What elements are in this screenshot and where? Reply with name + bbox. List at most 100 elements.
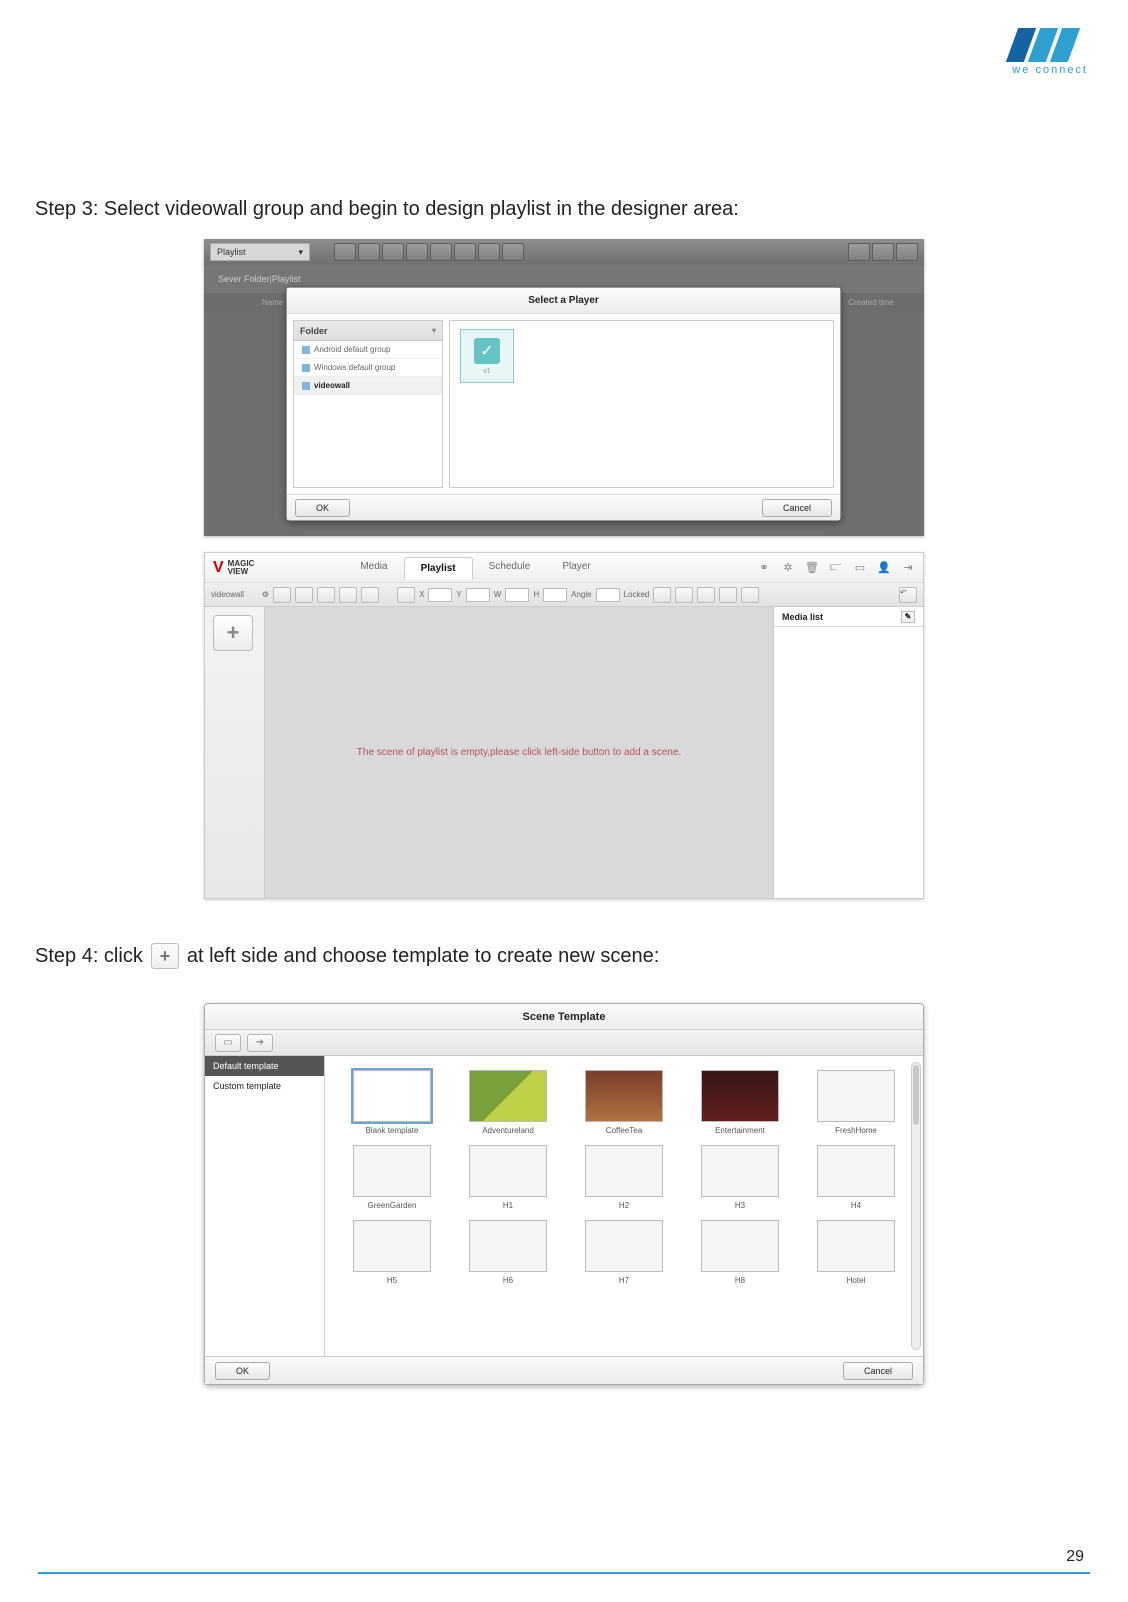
- template-item[interactable]: FreshHome: [799, 1066, 913, 1139]
- folder-item-selected[interactable]: videowall: [294, 377, 442, 395]
- template-item[interactable]: CoffeeTea: [567, 1066, 681, 1139]
- chart-icon[interactable]: ⫍: [829, 561, 843, 574]
- cancel-button[interactable]: Cancel: [843, 1362, 913, 1380]
- step4-post: at left side and choose template to crea…: [187, 945, 660, 968]
- scene-rail: +: [205, 607, 265, 898]
- template-item[interactable]: Hotel: [799, 1216, 913, 1289]
- trash-icon[interactable]: 🗑: [805, 561, 819, 574]
- template-item[interactable]: Entertainment: [683, 1066, 797, 1139]
- toolbar-btn[interactable]: [454, 243, 476, 261]
- group-label: videowall: [211, 590, 244, 599]
- toolbar-btn[interactable]: [478, 243, 500, 261]
- toolbar-btn[interactable]: [334, 243, 356, 261]
- cat-default[interactable]: Default template: [205, 1056, 324, 1076]
- cancel-button[interactable]: Cancel: [762, 499, 832, 517]
- tool-btn[interactable]: [697, 587, 715, 603]
- group-icon: [302, 364, 310, 372]
- ok-button[interactable]: OK: [295, 499, 350, 517]
- tool-btn[interactable]: [397, 587, 415, 603]
- folder-item[interactable]: Windows default group: [294, 359, 442, 377]
- tool-btn[interactable]: [675, 587, 693, 603]
- tool-btn[interactable]: [361, 587, 379, 603]
- tab-playlist[interactable]: Playlist: [404, 557, 473, 580]
- screenshot-scene-template: Scene Template ▭ ➔ Default template Cust…: [204, 1003, 924, 1385]
- canvas-empty: The scene of playlist is empty,please cl…: [265, 607, 773, 898]
- logo-mark: [1006, 28, 1094, 62]
- template-item[interactable]: H2: [567, 1141, 681, 1214]
- template-item[interactable]: H6: [451, 1216, 565, 1289]
- toolbar-btn[interactable]: [502, 243, 524, 261]
- designer-toolbar: videowall ⚙ X Y W H Angle Locked ↶: [205, 583, 923, 607]
- scrollbar[interactable]: [911, 1062, 921, 1350]
- folder-panel: Folder ▾ Android default group Windows d…: [293, 320, 443, 488]
- link-icon[interactable]: ⚭: [757, 561, 771, 574]
- tab-player[interactable]: Player: [546, 556, 606, 579]
- screen-icon[interactable]: ▭: [853, 561, 867, 574]
- page-footer-rule: [38, 1572, 1090, 1574]
- gear-icon[interactable]: ✲: [781, 561, 795, 574]
- tool-btn[interactable]: [273, 587, 291, 603]
- brand-logo: we connect: [1012, 28, 1088, 76]
- logo-tagline: we connect: [1012, 64, 1088, 76]
- dialog-title: Select a Player: [287, 288, 840, 314]
- screenshot-select-player: Playlist▾ Sever Folder | Playlist: [204, 239, 924, 536]
- player-label: v1: [483, 368, 490, 375]
- empty-message: The scene of playlist is empty,please cl…: [357, 747, 681, 758]
- h-field[interactable]: [543, 588, 567, 602]
- tool-btn[interactable]: [719, 587, 737, 603]
- template-toolbar: ▭ ➔: [205, 1030, 923, 1056]
- header-icons: ⚭ ✲ 🗑 ⫍ ▭ 👤 ⇥: [757, 561, 915, 574]
- exit-icon[interactable]: ⇥: [901, 561, 915, 574]
- folder-header[interactable]: Folder ▾: [294, 321, 442, 341]
- template-item[interactable]: H3: [683, 1141, 797, 1214]
- folder-item[interactable]: Android default group: [294, 341, 442, 359]
- toolbar-btn[interactable]: [872, 243, 894, 261]
- w-field[interactable]: [505, 588, 529, 602]
- template-item[interactable]: H5: [335, 1216, 449, 1289]
- tool-btn[interactable]: [741, 587, 759, 603]
- media-list-label: Media list: [782, 612, 823, 622]
- toolbar-btn[interactable]: [406, 243, 428, 261]
- select-player-dialog: Select a Player Folder ▾ Android default…: [286, 287, 841, 521]
- player-tile-selected[interactable]: ✓ v1: [460, 329, 514, 383]
- x-field[interactable]: [428, 588, 452, 602]
- page-number: 29: [1066, 1548, 1084, 1566]
- plus-icon: +: [151, 943, 179, 969]
- cat-custom[interactable]: Custom template: [205, 1076, 324, 1096]
- angle-field[interactable]: [596, 588, 620, 602]
- edit-icon[interactable]: ✎: [901, 611, 915, 623]
- toolbar-btn[interactable]: [848, 243, 870, 261]
- user-icon[interactable]: 👤: [877, 561, 891, 574]
- template-item[interactable]: Blank template: [335, 1066, 449, 1139]
- tool-btn[interactable]: ▭: [215, 1034, 241, 1052]
- toolbar-btn[interactable]: [430, 243, 452, 261]
- template-item[interactable]: H8: [683, 1216, 797, 1289]
- tool-btn[interactable]: ➔: [247, 1034, 273, 1052]
- tool-btn[interactable]: [317, 587, 335, 603]
- template-categories: Default template Custom template: [205, 1056, 325, 1356]
- template-item[interactable]: H1: [451, 1141, 565, 1214]
- tool-btn[interactable]: [653, 587, 671, 603]
- toolbar-btn[interactable]: [896, 243, 918, 261]
- step3-text: Step 3: Select videowall group and begin…: [35, 198, 1093, 221]
- player-area: ✓ v1: [449, 320, 834, 488]
- nav-tabs: Media Playlist Schedule Player: [344, 556, 606, 579]
- template-grid: Blank template Adventureland CoffeeTea E…: [325, 1056, 923, 1356]
- tab-schedule[interactable]: Schedule: [473, 556, 547, 579]
- add-scene-button[interactable]: +: [213, 615, 253, 651]
- undo-btn[interactable]: ↶: [899, 587, 917, 603]
- gear-icon[interactable]: ⚙: [262, 590, 269, 599]
- ok-button[interactable]: OK: [215, 1362, 270, 1380]
- playlist-dropdown[interactable]: Playlist▾: [210, 243, 310, 261]
- template-item[interactable]: GreenGarden: [335, 1141, 449, 1214]
- group-icon: [302, 382, 310, 390]
- tool-btn[interactable]: [295, 587, 313, 603]
- tool-btn[interactable]: [339, 587, 357, 603]
- toolbar-btn[interactable]: [382, 243, 404, 261]
- template-item[interactable]: H7: [567, 1216, 681, 1289]
- toolbar-btn[interactable]: [358, 243, 380, 261]
- template-item[interactable]: Adventureland: [451, 1066, 565, 1139]
- y-field[interactable]: [466, 588, 490, 602]
- template-item[interactable]: H4: [799, 1141, 913, 1214]
- tab-media[interactable]: Media: [344, 556, 403, 579]
